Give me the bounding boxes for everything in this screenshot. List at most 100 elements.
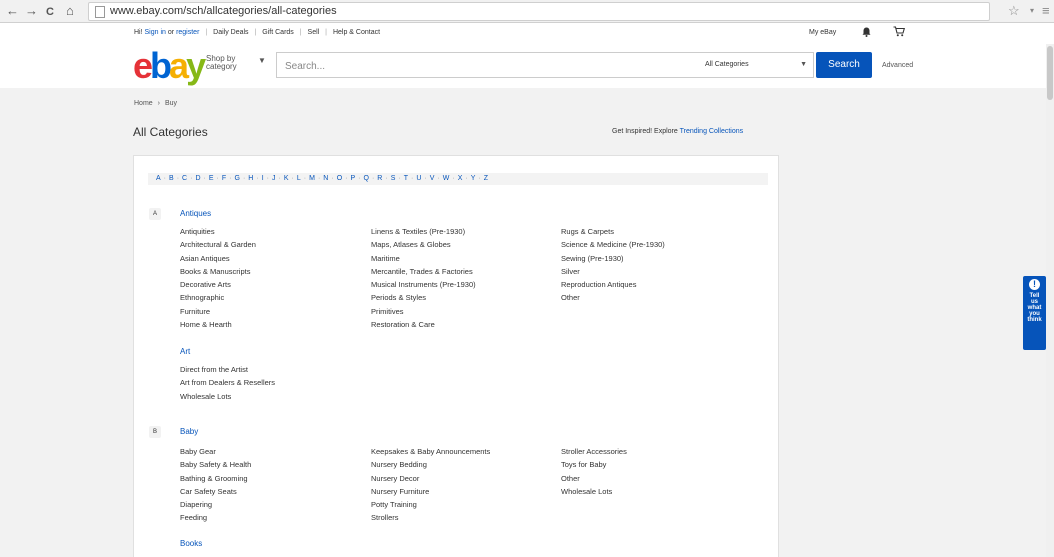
category-link[interactable]: Diapering bbox=[180, 498, 251, 511]
category-link[interactable]: Home & Hearth bbox=[180, 318, 256, 331]
category-link[interactable]: Architectural & Garden bbox=[180, 238, 256, 251]
gift-cards-link[interactable]: Gift Cards bbox=[262, 29, 294, 36]
alphabet-letter-p[interactable]: P bbox=[350, 175, 355, 182]
category-link[interactable]: Antiquities bbox=[180, 225, 256, 238]
category-link[interactable]: Ethnographic bbox=[180, 291, 256, 304]
alphabet-letter-y[interactable]: Y bbox=[471, 175, 476, 182]
category-link[interactable]: Restoration & Care bbox=[371, 318, 476, 331]
register-link[interactable]: register bbox=[176, 29, 199, 36]
alphabet-letter-z[interactable]: Z bbox=[484, 175, 488, 182]
category-link[interactable]: Other bbox=[561, 472, 627, 485]
advanced-search-link[interactable]: Advanced bbox=[882, 62, 913, 69]
alphabet-letter-k[interactable]: K bbox=[284, 175, 289, 182]
home-icon[interactable]: ⌂ bbox=[66, 3, 74, 19]
ebay-logo[interactable]: ebay bbox=[133, 48, 206, 84]
trending-collections-link[interactable]: Trending Collections bbox=[680, 128, 744, 135]
feedback-tab[interactable]: ! Tell us what you think bbox=[1023, 276, 1046, 350]
category-link[interactable]: Art from Dealers & Resellers bbox=[180, 376, 275, 389]
category-link[interactable]: Books & Manuscripts bbox=[180, 265, 256, 278]
category-link[interactable]: Wholesale Lots bbox=[180, 390, 275, 403]
category-link[interactable]: Nursery Decor bbox=[371, 472, 490, 485]
category-link[interactable]: Sewing (Pre-1930) bbox=[561, 252, 665, 265]
help-contact-link[interactable]: Help & Contact bbox=[333, 29, 380, 36]
category-link[interactable]: Mercantile, Trades & Factories bbox=[371, 265, 476, 278]
category-link[interactable]: Wholesale Lots bbox=[561, 485, 627, 498]
group-title-antiques[interactable]: Antiques bbox=[180, 209, 211, 218]
category-link[interactable]: Maritime bbox=[371, 252, 476, 265]
alphabet-letter-e[interactable]: E bbox=[209, 175, 214, 182]
breadcrumb-home[interactable]: Home bbox=[134, 100, 153, 107]
forward-icon[interactable]: → bbox=[25, 3, 38, 19]
category-link[interactable]: Periods & Styles bbox=[371, 291, 476, 304]
reload-icon[interactable]: C bbox=[46, 4, 54, 20]
daily-deals-link[interactable]: Daily Deals bbox=[213, 29, 248, 36]
alphabet-letter-i[interactable]: I bbox=[262, 175, 264, 182]
category-link[interactable]: Stroller Accessories bbox=[561, 445, 627, 458]
category-link[interactable]: Decorative Arts bbox=[180, 278, 256, 291]
category-link[interactable]: Other bbox=[561, 291, 665, 304]
search-button[interactable]: Search bbox=[816, 52, 872, 78]
category-link[interactable]: Keepsakes & Baby Announcements bbox=[371, 445, 490, 458]
alphabet-letter-b[interactable]: B bbox=[169, 175, 174, 182]
category-link[interactable]: Asian Antiques bbox=[180, 252, 256, 265]
shop-by-category-button[interactable]: Shop by category ▼ bbox=[206, 55, 266, 71]
category-link[interactable]: Nursery Furniture bbox=[371, 485, 490, 498]
category-link[interactable]: Bathing & Grooming bbox=[180, 472, 251, 485]
category-link[interactable]: Potty Training bbox=[371, 498, 490, 511]
category-link[interactable]: Baby Safety & Health bbox=[180, 458, 251, 471]
sell-link[interactable]: Sell bbox=[308, 29, 320, 36]
category-link[interactable]: Science & Medicine (Pre-1930) bbox=[561, 238, 665, 251]
alphabet-letter-w[interactable]: W bbox=[443, 175, 450, 182]
category-link[interactable]: Toys for Baby bbox=[561, 458, 627, 471]
alphabet-letter-r[interactable]: R bbox=[377, 175, 382, 182]
alphabet-letter-v[interactable]: V bbox=[430, 175, 435, 182]
search-input[interactable] bbox=[277, 53, 697, 79]
category-link[interactable]: Feeding bbox=[180, 511, 251, 524]
notification-bell-icon[interactable] bbox=[862, 27, 871, 40]
page-scrollbar[interactable] bbox=[1046, 44, 1054, 557]
alphabet-letter-o[interactable]: O bbox=[337, 175, 342, 182]
category-link[interactable]: Primitives bbox=[371, 305, 476, 318]
category-link[interactable]: Rugs & Carpets bbox=[561, 225, 665, 238]
alphabet-letter-l[interactable]: L bbox=[297, 175, 301, 182]
category-link[interactable]: Silver bbox=[561, 265, 665, 278]
category-link[interactable]: Direct from the Artist bbox=[180, 363, 275, 376]
category-link[interactable]: Strollers bbox=[371, 511, 490, 524]
alphabet-letter-u[interactable]: U bbox=[416, 175, 421, 182]
alphabet-letter-s[interactable]: S bbox=[391, 175, 396, 182]
alphabet-letter-t[interactable]: T bbox=[404, 175, 408, 182]
extension-dropdown-icon[interactable]: ▾ bbox=[1030, 6, 1034, 15]
category-link[interactable]: Maps, Atlases & Globes bbox=[371, 238, 476, 251]
group-title-art[interactable]: Art bbox=[180, 347, 190, 356]
breadcrumb-buy[interactable]: Buy bbox=[165, 100, 177, 107]
alphabet-letter-f[interactable]: F bbox=[222, 175, 226, 182]
alphabet-letter-h[interactable]: H bbox=[248, 175, 253, 182]
category-select[interactable]: All Categories ▼ bbox=[697, 53, 813, 77]
category-link[interactable]: Musical Instruments (Pre-1930) bbox=[371, 278, 476, 291]
alphabet-letter-d[interactable]: D bbox=[195, 175, 200, 182]
category-link[interactable]: Car Safety Seats bbox=[180, 485, 251, 498]
my-ebay-link[interactable]: My eBay bbox=[809, 29, 836, 36]
browser-menu-icon[interactable]: ≡ bbox=[1042, 3, 1050, 18]
group-title-baby[interactable]: Baby bbox=[180, 427, 198, 436]
alphabet-letter-x[interactable]: X bbox=[458, 175, 463, 182]
address-bar[interactable]: www.ebay.com/sch/allcategories/all-categ… bbox=[88, 2, 990, 21]
alphabet-letter-q[interactable]: Q bbox=[364, 175, 369, 182]
bookmark-star-icon[interactable]: ☆ bbox=[1008, 3, 1020, 19]
alphabet-letter-a[interactable]: A bbox=[156, 175, 161, 182]
alphabet-letter-m[interactable]: M bbox=[309, 175, 315, 182]
alphabet-letter-g[interactable]: G bbox=[234, 175, 239, 182]
category-link[interactable]: Baby Gear bbox=[180, 445, 251, 458]
category-link[interactable]: Furniture bbox=[180, 305, 256, 318]
scrollbar-thumb[interactable] bbox=[1047, 46, 1053, 100]
cart-icon[interactable] bbox=[893, 26, 906, 40]
alphabet-letter-c[interactable]: C bbox=[182, 175, 187, 182]
alphabet-letter-j[interactable]: J bbox=[272, 175, 276, 182]
alphabet-letter-n[interactable]: N bbox=[323, 175, 328, 182]
category-link[interactable]: Linens & Textiles (Pre-1930) bbox=[371, 225, 476, 238]
sign-in-link[interactable]: Sign in bbox=[145, 29, 166, 36]
category-link[interactable]: Reproduction Antiques bbox=[561, 278, 665, 291]
category-link[interactable]: Nursery Bedding bbox=[371, 458, 490, 471]
group-title-books[interactable]: Books bbox=[180, 539, 202, 548]
back-icon[interactable]: ← bbox=[6, 3, 19, 19]
